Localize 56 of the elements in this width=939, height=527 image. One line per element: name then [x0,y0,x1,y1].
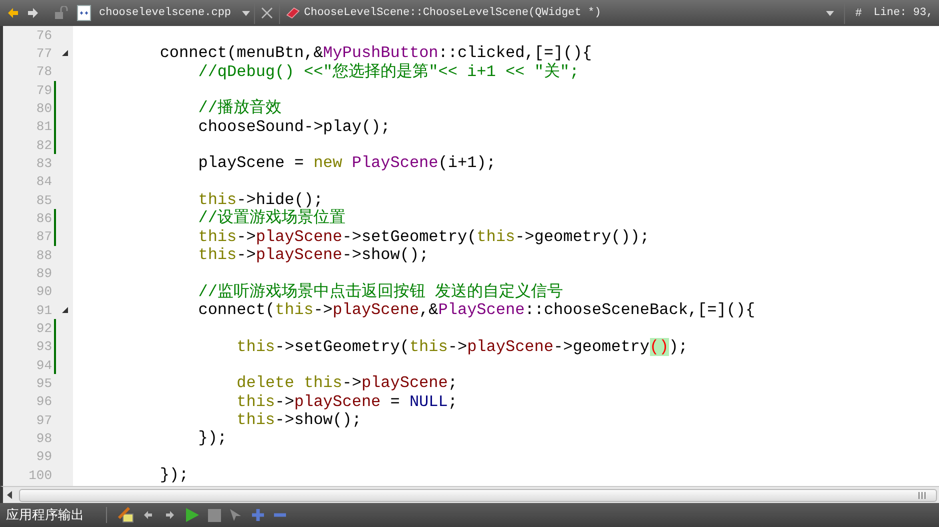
line-number: 89 [35,266,52,280]
code-comment: //播放音效 [198,100,282,116]
code-comment: //qDebug() <<"您选择的是第"<< i+1 << "关"; [198,64,580,80]
line-number: 86 [35,212,52,225]
code-line: this->playScene->show(); [198,247,429,264]
line-number: 95 [35,376,52,390]
diamond-icon [286,6,300,20]
dropdown-caret-icon [242,10,250,16]
line-number: 88 [35,248,52,262]
code-comment: //设置游戏场景位置 [198,210,346,226]
line-number: 78 [35,65,52,78]
symbol-selector[interactable]: ChooseLevelScene::ChooseLevelScene(QWidget *) [280,4,844,22]
line-number: 82 [35,138,52,152]
hash-label: # [855,6,862,21]
line-number: 76 [35,28,52,42]
line-number: 87 [35,230,52,244]
line-number: 99 [35,450,52,464]
fold-marker-icon[interactable] [62,307,68,314]
cpp-file-icon [77,5,91,21]
line-number: 93 [35,340,52,354]
code-line: chooseSound->play(); [198,118,390,135]
line-number: 79 [35,84,52,97]
code-comment: //监听游戏场景中点击返回按钮 发送的自定义信号 [198,284,564,300]
code-line: this->setGeometry(this->playScene->geometry()); [236,338,688,355]
line-number: 80 [35,102,52,115]
line-number: 81 [35,120,52,134]
fold-marker-icon[interactable] [62,50,68,56]
line-number: 84 [35,175,52,188]
line-number: 91 [35,304,52,317]
line-number: 96 [35,395,52,408]
code-line: this->playScene = NULL; [236,394,458,410]
output-pane-title: 应用程序输出 [6,506,85,524]
code-line: connect(menuBtn,&MyPushButton::clicked,[=](){ [160,45,592,62]
file-selector[interactable]: chooselevelscene.cpp [99,4,254,22]
scrollbar-thumb[interactable] [19,488,937,502]
grip-icon [918,492,926,498]
line-number: 94 [35,358,52,372]
line-number: 77 [35,46,52,60]
code-line: delete this->playScene; [236,375,458,392]
horizontal-scrollbar[interactable] [0,486,939,503]
code-line: this->hide(); [198,192,324,208]
code-line: this->show(); [236,412,362,428]
cursor-position: Line: 93, [874,6,933,21]
line-number: 85 [35,194,52,207]
line-number: 98 [35,432,52,445]
code-line: connect(this->playScene,&PlayScene::chooseSceneBack,[=](){ [198,302,756,318]
dropdown-caret-icon [826,10,834,16]
code-line: }); [198,430,228,446]
line-number: 92 [35,322,52,335]
line-number: 90 [35,285,52,298]
line-number: 97 [35,414,52,427]
code-line: this->playScene->setGeometry(this->geometry()); [198,228,650,245]
code-line: playScene = new PlayScene(i+1); [198,155,496,172]
line-number: 83 [35,156,52,170]
line-number: 100 [28,468,52,482]
code-line: }); [160,467,189,484]
